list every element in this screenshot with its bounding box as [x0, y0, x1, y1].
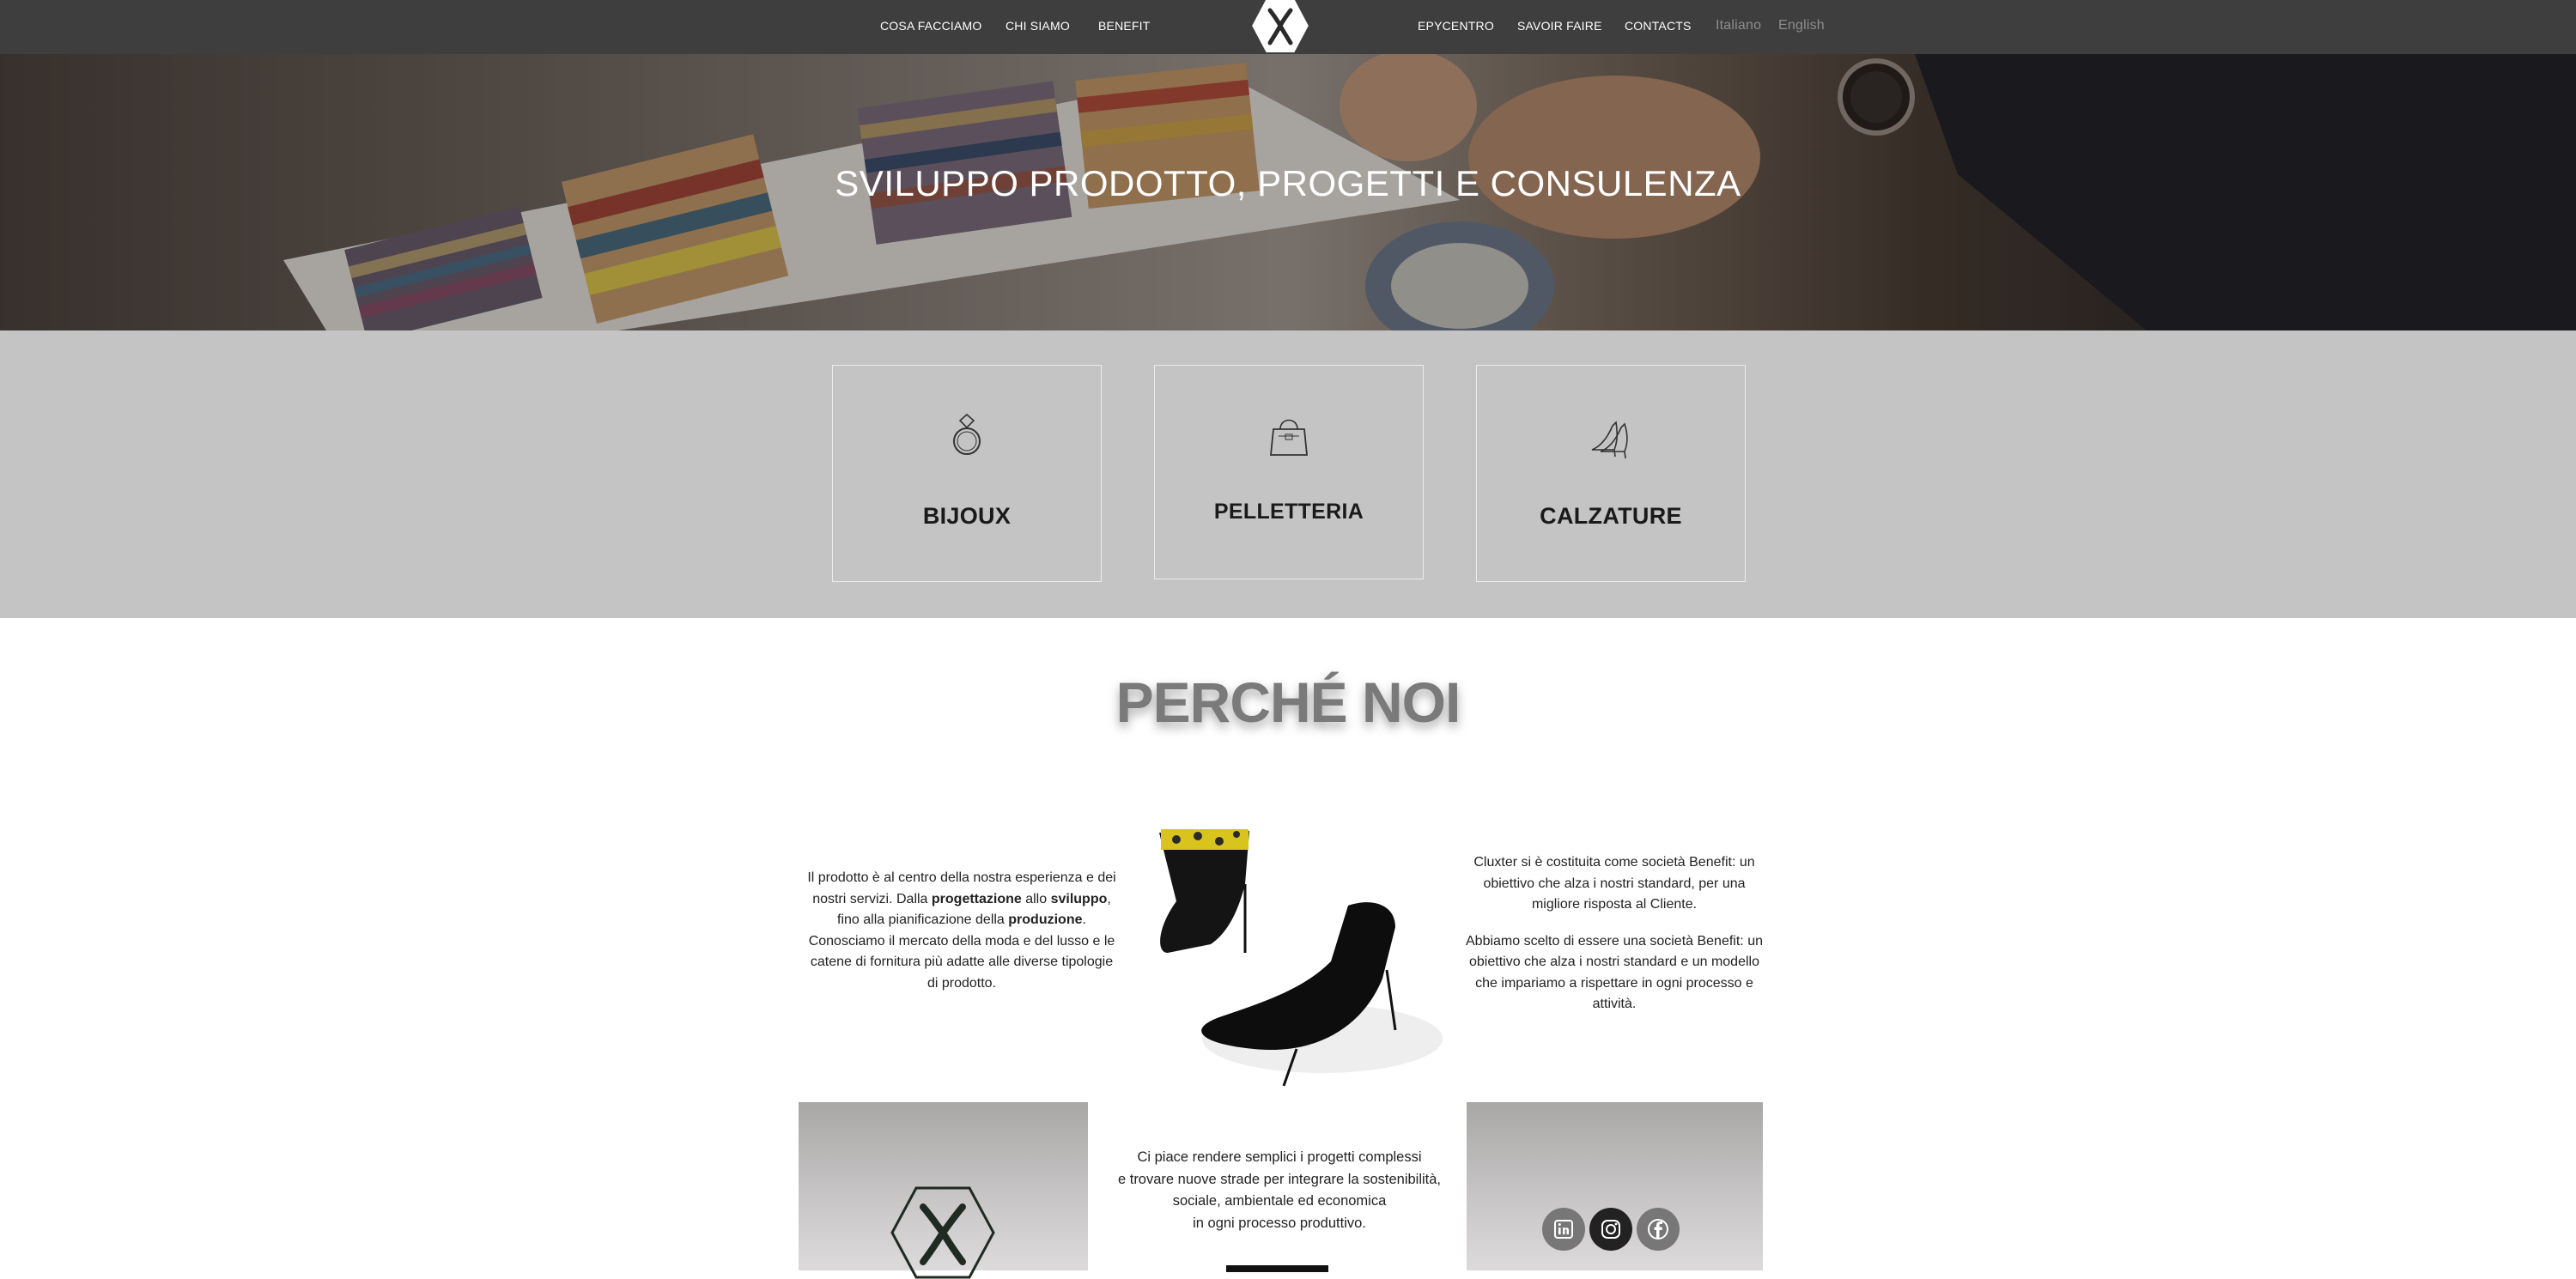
nav-savoir-faire[interactable]: SAVOIR FAIRE — [1517, 19, 1602, 33]
logo-panel — [799, 1102, 1088, 1279]
facebook-icon[interactable] — [1637, 1208, 1680, 1251]
top-navigation: COSA FACCIAMO CHI SIAMO BENEFIT EPYCENTR… — [0, 0, 2576, 54]
nav-contacts[interactable]: CONTACTS — [1625, 19, 1692, 33]
linkedin-icon[interactable] — [1542, 1208, 1585, 1251]
category-label-bijoux: BIJOUX — [922, 503, 1012, 529]
why-us-title: PERCHÉ NOI — [1115, 670, 1461, 734]
hero-title: SVILUPPO PRODOTTO, PROGETTI E CONSULENZA — [835, 163, 1741, 203]
high-heels-icon — [1591, 421, 1628, 458]
why-left-text: Il prodotto è al centro della nostra esp… — [807, 870, 1116, 991]
cluxter-logo-large — [890, 1186, 995, 1279]
boots-image — [1159, 829, 1443, 1087]
category-label-pelletteria: PELLETTERIA — [1213, 500, 1364, 524]
nav-cosa-facciamo[interactable]: COSA FACCIAMO — [880, 19, 982, 33]
nav-benefit[interactable]: BENEFIT — [1098, 19, 1151, 33]
cluxter-logo[interactable] — [1249, 0, 1311, 57]
categories-section: BIJOUX PELLETTERIA CALZATURE — [0, 330, 2576, 618]
lang-italiano[interactable]: Italiano — [1716, 18, 1761, 33]
nav-chi-siamo[interactable]: CHI SIAMO — [1005, 19, 1070, 33]
category-card-bijoux[interactable]: BIJOUX — [832, 365, 1102, 582]
why-right-text: Cluxter si è costituita come società Ben… — [1466, 855, 1763, 1011]
ring-icon — [953, 413, 981, 455]
why-center-text: Ci piace rendere semplici i progetti com… — [1117, 1149, 1442, 1231]
category-label-calzature: CALZATURE — [1540, 503, 1682, 529]
lang-english[interactable]: English — [1778, 18, 1825, 33]
category-card-calzature[interactable]: CALZATURE — [1476, 365, 1746, 582]
category-card-pelletteria[interactable]: PELLETTERIA — [1154, 365, 1424, 579]
handbag-icon — [1270, 419, 1308, 456]
hero-banner: SVILUPPO PRODOTTO, PROGETTI E CONSULENZA — [0, 54, 2576, 330]
cta-button[interactable] — [1226, 1265, 1328, 1272]
nav-epycentro[interactable]: EPYCENTRO — [1418, 19, 1494, 33]
social-panel — [1467, 1102, 1763, 1270]
instagram-icon[interactable] — [1589, 1208, 1632, 1251]
